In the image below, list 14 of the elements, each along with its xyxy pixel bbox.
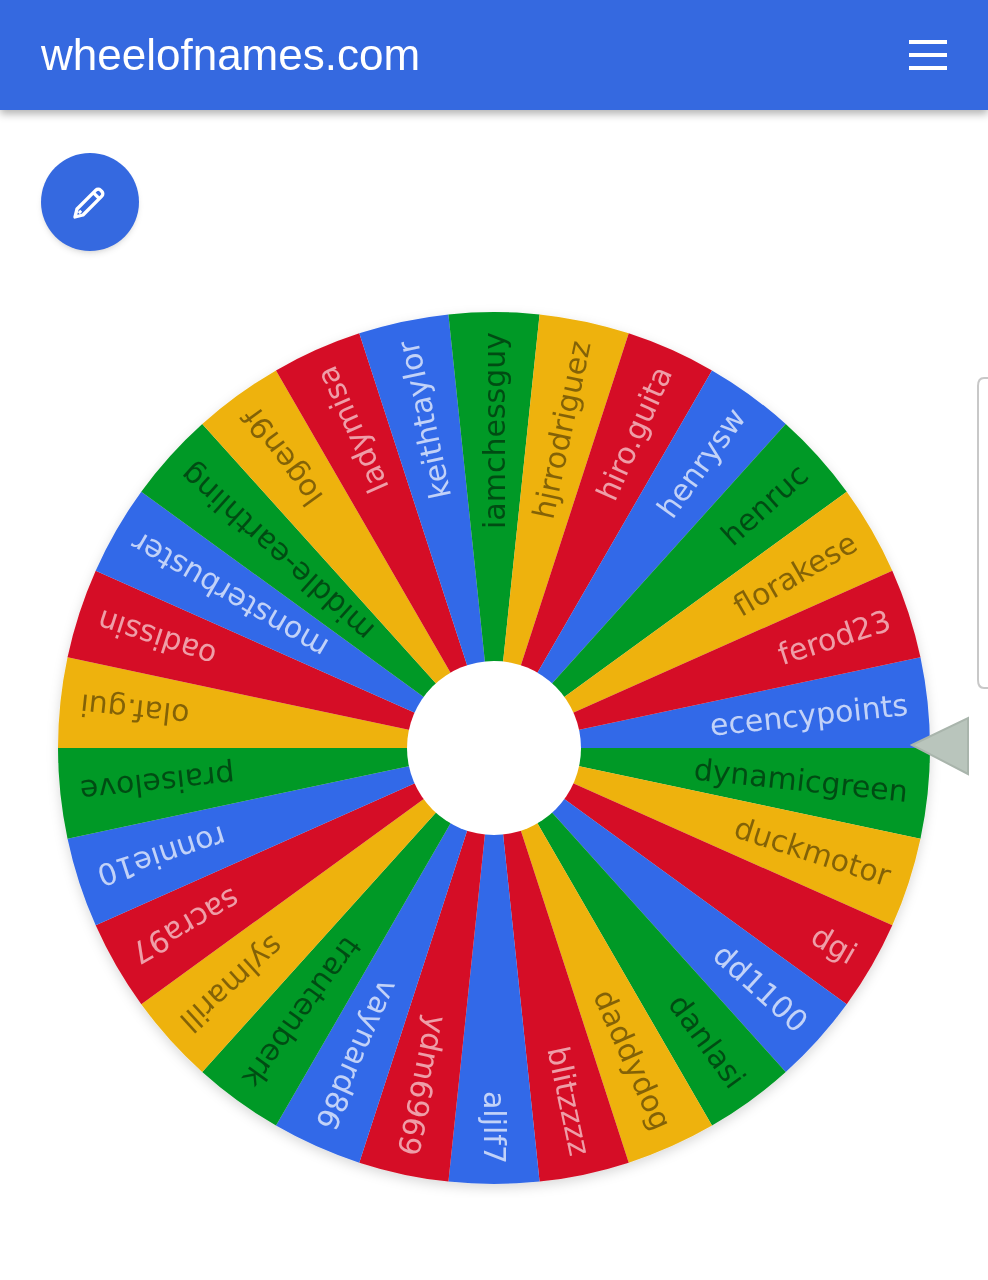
- name-label: praiselove: [78, 757, 237, 809]
- name-label: iamchessguy: [476, 332, 512, 529]
- site-title[interactable]: wheelofnames.com: [41, 33, 421, 77]
- name-label: dynamicgreen: [692, 751, 910, 809]
- name-label: blitzzzz: [540, 1043, 598, 1159]
- name-label: aljlf7: [476, 1090, 512, 1164]
- pointer-icon: [909, 716, 969, 776]
- name-label: keithtaylor: [390, 337, 459, 502]
- name-label: dgi: [805, 917, 863, 972]
- name-label: ecencypoints: [708, 687, 910, 743]
- wheel-hub[interactable]: [407, 661, 581, 835]
- menu-icon[interactable]: [909, 40, 947, 70]
- name-label: olaf.gui: [78, 687, 191, 734]
- name-label: ydm6969: [390, 1012, 455, 1159]
